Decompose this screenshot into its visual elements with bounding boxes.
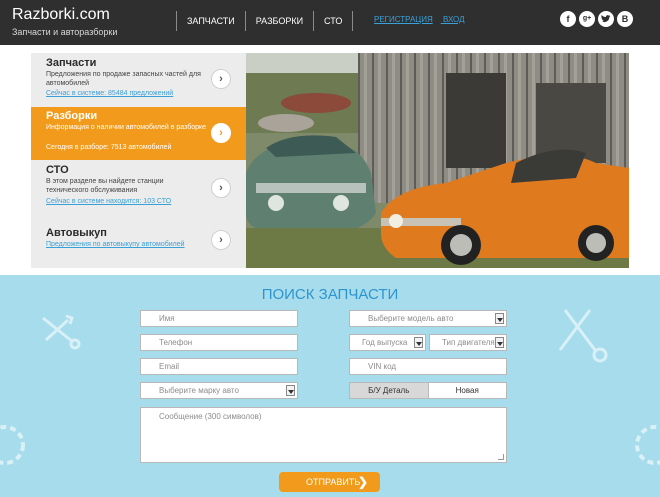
used-part-option[interactable]: Б/У Деталь [350, 383, 429, 398]
auth-links: РЕГИСТРАЦИЯ ВХОД [374, 15, 473, 24]
chevron-down-icon [286, 385, 295, 396]
brand-select-value: Выберите марку авто [159, 386, 239, 395]
social-links: f g+ B [560, 11, 633, 27]
menu-item-razborki[interactable]: Разборки Информация о наличии автомобиле… [31, 107, 254, 160]
email-input[interactable]: Email [140, 358, 298, 375]
menu-item-link[interactable]: Сейчас в системе: 85484 предложений [46, 90, 173, 97]
model-select-value: Выберите модель авто [368, 314, 454, 323]
menu-item-autobuy[interactable]: Автовыкуп Предложения по автовыкупу авто… [31, 218, 246, 268]
chevron-right-icon: ❯ [358, 475, 369, 489]
menu-item-link[interactable]: Сегодня в разборе: 7513 автомобилей [46, 144, 171, 151]
menu-item-sto[interactable]: СТО В этом разделе вы найдете станции те… [31, 160, 246, 218]
facebook-icon[interactable]: f [560, 11, 576, 27]
menu-item-parts[interactable]: Запчасти Предложения по продаже запасных… [31, 53, 246, 107]
menu-item-link[interactable]: Сейчас в системе находится: 103 СТО [46, 198, 171, 205]
hero-section: Запчасти Предложения по продаже запасных… [0, 45, 660, 275]
chevron-down-icon [495, 337, 504, 348]
gear-icon [0, 425, 25, 465]
wrench-icon [558, 309, 608, 363]
nav-sto[interactable]: СТО [313, 11, 354, 31]
engine-select-value: Тип двигателя [442, 338, 495, 347]
hero-photo [246, 53, 629, 268]
chevron-right-icon[interactable]: › [211, 123, 231, 143]
menu-item-desc: Предложения по продаже запасных частей д… [46, 71, 201, 87]
nav-parts[interactable]: ЗАПЧАСТИ [176, 11, 245, 31]
vk-icon[interactable]: B [617, 11, 633, 27]
submit-label: ОТПРАВИТЬ [306, 477, 361, 487]
year-select[interactable]: Год выпуска [349, 334, 426, 351]
vin-input[interactable]: VIN код [349, 358, 507, 375]
google-plus-icon[interactable]: g+ [579, 11, 595, 27]
category-menu: Запчасти Предложения по продаже запасных… [31, 53, 254, 268]
message-textarea[interactable]: Сообщение (300 символов) [140, 407, 507, 463]
year-select-value: Год выпуска [362, 338, 408, 347]
menu-item-desc: В этом разделе вы найдете станции технич… [46, 178, 164, 194]
nav-razborki[interactable]: РАЗБОРКИ [244, 11, 313, 31]
chevron-right-icon[interactable]: › [211, 230, 231, 250]
menu-item-desc: Информация о наличии автомобилей в разбо… [46, 124, 207, 131]
site-logo[interactable]: Razborki.com [12, 6, 110, 24]
menu-item-title: Разборки [46, 110, 98, 122]
register-link[interactable]: РЕГИСТРАЦИЯ [374, 15, 433, 24]
chevron-right-icon[interactable]: › [211, 69, 231, 89]
gear-icon [635, 425, 660, 465]
engine-select[interactable]: Тип двигателя [429, 334, 507, 351]
submit-button[interactable]: ОТПРАВИТЬ ❯ [279, 472, 380, 492]
menu-item-title: Автовыкуп [46, 227, 107, 239]
phone-input[interactable]: Телефон [140, 334, 298, 351]
chevron-down-icon [414, 337, 423, 348]
menu-item-link[interactable]: Предложения по автовыкупу автомобилей [46, 241, 185, 248]
twitter-icon[interactable] [598, 11, 614, 27]
name-input[interactable]: Имя [140, 310, 298, 327]
chevron-down-icon [495, 313, 504, 324]
new-part-option[interactable]: Новая [429, 383, 507, 398]
search-title: ПОИСК ЗАПЧАСТИ [261, 286, 399, 303]
model-select[interactable]: Выберите модель авто [349, 310, 507, 327]
message-placeholder: Сообщение (300 символов) [159, 412, 262, 421]
site-header: Razborki.com Запчасти и авторазборки ЗАП… [0, 0, 660, 45]
menu-item-title: СТО [46, 164, 69, 176]
condition-toggle: Б/У Деталь Новая [349, 382, 507, 399]
chevron-right-icon[interactable]: › [211, 178, 231, 198]
brand-select[interactable]: Выберите марку авто [140, 382, 298, 399]
login-link[interactable]: ВХОД [443, 15, 465, 24]
main-nav: ЗАПЧАСТИ РАЗБОРКИ СТО [176, 11, 354, 31]
menu-item-title: Запчасти [46, 57, 97, 69]
tools-icon [42, 314, 81, 350]
parts-search-section: ПОИСК ЗАПЧАСТИ Имя Телефон Email Выберит… [0, 275, 660, 497]
site-tagline: Запчасти и авторазборки [12, 27, 118, 37]
resize-handle[interactable] [498, 454, 504, 460]
